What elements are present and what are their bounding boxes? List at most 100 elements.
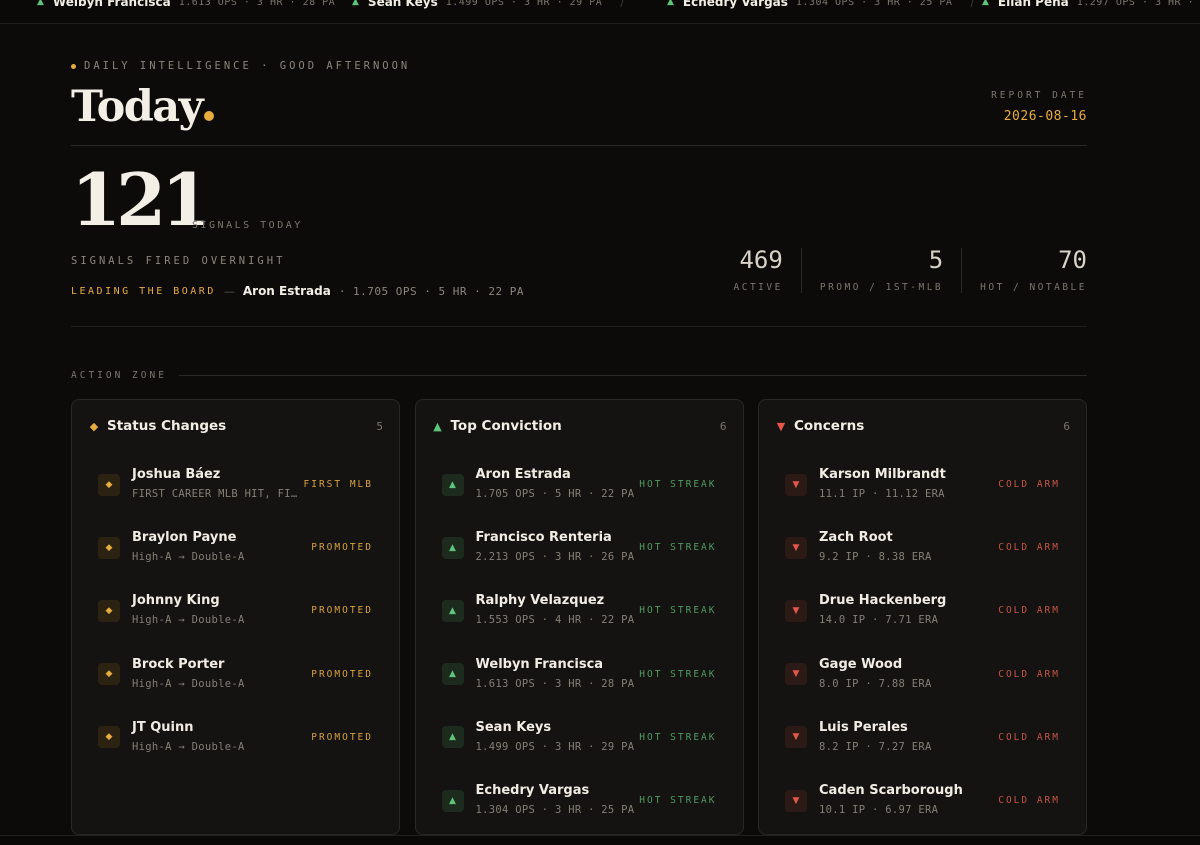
triangle-up-icon: ▲: [441, 726, 464, 749]
list-item[interactable]: ▲ Echedry Vargas 1.304 OPS · 3 HR · 25 PA H…: [432, 769, 727, 832]
ticker-player-name: Welbyn Francisca: [52, 0, 171, 9]
triangle-down-icon: ▼: [785, 473, 807, 496]
list-item[interactable]: ▼ Zach Root 9.2 IP · 8.38 ERA COLD ARM: [775, 516, 1070, 579]
player-detail: High-A → Double-A: [132, 614, 245, 627]
signals-count: 121: [71, 157, 211, 242]
player-info: Gage Wood 8.0 IP · 7.88 ERA: [819, 657, 998, 690]
panel-header: ▲ Top Conviction 6: [432, 418, 726, 434]
player-info: Zach Root 9.2 IP · 8.38 ERA: [819, 530, 998, 563]
status-badge: COLD ARM: [998, 795, 1060, 807]
eyebrow: DAILY INTELLIGENCE · GOOD AFTERNOON: [71, 60, 410, 72]
player-name: Caden Scarborough: [819, 783, 963, 799]
panel-header: ▼ Concerns 6: [775, 418, 1070, 434]
triangle-up-icon: ▲: [352, 0, 359, 7]
status-badge: PROMOTED: [311, 731, 373, 743]
ticker-item[interactable]: ▲ Welbyn Francisca 1.613 OPS · 3 HR · 28 P…: [37, 0, 357, 9]
kpi-label: HOT / NOTABLE: [980, 282, 1087, 293]
triangle-up-icon: ▲: [441, 599, 464, 622]
leading-label: LEADING THE BOARD: [71, 285, 216, 297]
status-badge: COLD ARM: [998, 668, 1060, 680]
ticker-item[interactable]: ▲Elian Peña1.297 OPS · 3 HR · 25 PA/: [982, 0, 1200, 9]
player-info: Karson Milbrandt 11.1 IP · 11.12 ERA: [819, 467, 998, 500]
triangle-up-icon: ▲: [441, 789, 464, 812]
list-item[interactable]: ◆ Braylon Payne High-A → Double-A PROMOTED: [88, 516, 383, 579]
triangle-down-icon: ▼: [785, 726, 807, 749]
leading-player-name[interactable]: Aron Estrada: [243, 284, 331, 298]
player-detail: FIRST CAREER MLB HIT, FI…: [132, 488, 298, 501]
status-badge: COLD ARM: [998, 542, 1060, 554]
player-detail: 11.1 IP · 11.12 ERA: [819, 488, 945, 501]
triangle-up-icon: ▲: [982, 0, 989, 7]
player-info: Braylon Payne High-A → Double-A: [132, 530, 311, 563]
player-name: Joshua Báez: [132, 467, 221, 483]
status-badge: HOT STREAK: [639, 668, 717, 680]
player-name: Brock Porter: [132, 656, 225, 672]
triangle-up-icon: ▲: [433, 419, 442, 433]
player-detail: High-A → Double-A: [132, 677, 245, 690]
status-badge: HOT STREAK: [639, 479, 717, 491]
list-item[interactable]: ◆ Johnny King High-A → Double-A PROMOTED: [88, 579, 383, 642]
triangle-up-icon: ▲: [37, 0, 44, 7]
list-item[interactable]: ▼ Drue Hackenberg 14.0 IP · 7.71 ERA COLD A…: [775, 579, 1070, 642]
triangle-down-icon: ▼: [785, 663, 807, 686]
player-info: Johnny King High-A → Double-A: [132, 593, 311, 626]
leading-dash: —: [223, 284, 235, 298]
list-item[interactable]: ▼ Karson Milbrandt 11.1 IP · 11.12 ERA COLD…: [775, 453, 1070, 516]
player-detail: 9.2 IP · 8.38 ERA: [819, 551, 932, 564]
player-detail: 8.0 IP · 7.88 ERA: [819, 677, 932, 690]
ticker-item[interactable]: ▲ Echedry Vargas 1.304 OPS · 3 HR · 25 PA /: [667, 0, 982, 9]
list-item[interactable]: ▼ Luis Perales 8.2 IP · 7.27 ERA COLD ARM: [775, 706, 1070, 769]
list-item[interactable]: ▼ Caden Scarborough 10.1 IP · 6.97 ERA COLD…: [775, 769, 1070, 832]
player-detail: High-A → Double-A: [132, 740, 245, 753]
player-info: Welbyn Francisca 1.613 OPS · 3 HR · 28 PA: [476, 657, 640, 690]
triangle-up-icon: ▲: [441, 473, 464, 496]
player-detail: 1.304 OPS · 3 HR · 25 PA: [475, 804, 635, 817]
report-date-value: 2026-08-16: [1003, 109, 1087, 124]
status-badge: COLD ARM: [998, 479, 1060, 491]
player-detail: 1.553 OPS · 4 HR · 22 PA: [475, 614, 635, 627]
eyebrow-text: DAILY INTELLIGENCE · GOOD AFTERNOON: [84, 60, 411, 72]
list-item[interactable]: ▲ Aron Estrada 1.705 OPS · 5 HR · 22 PA HOT…: [432, 453, 727, 516]
status-badge: PROMOTED: [311, 605, 373, 617]
panel-count: 5: [376, 419, 383, 433]
action-zone-label: ACTION ZONE: [71, 370, 167, 381]
title-dot-icon: [204, 111, 215, 121]
player-name: Echedry Vargas: [475, 783, 590, 799]
list-item[interactable]: ▼ Gage Wood 8.0 IP · 7.88 ERA COLD ARM: [775, 643, 1070, 706]
status-badge: PROMOTED: [311, 542, 373, 554]
action-zone-panels: ◆ Status Changes 5 ◆ Joshua Báez FIRST CAREER…: [71, 399, 1087, 835]
panel-concerns: ▼ Concerns 6 ▼ Karson Milbrandt 11.1 IP · 11.…: [758, 399, 1087, 835]
status-badge: HOT STREAK: [639, 605, 717, 617]
list-item[interactable]: ▲ Ralphy Velazquez 1.553 OPS · 4 HR · 22 P…: [432, 579, 727, 642]
player-detail: High-A → Double-A: [132, 551, 245, 564]
signals-label: SIGNALS TODAY: [192, 220, 303, 231]
triangle-down-icon: ▼: [785, 599, 807, 622]
player-info: Sean Keys 1.499 OPS · 3 HR · 29 PA: [476, 720, 640, 753]
player-name: Luis Perales: [819, 719, 908, 735]
panel-title: Top Conviction: [450, 418, 562, 434]
player-name: Johnny King: [132, 593, 220, 609]
player-name: Gage Wood: [819, 656, 903, 672]
player-name: Braylon Payne: [132, 530, 237, 546]
list-item[interactable]: ◆ JT Quinn High-A → Double-A PROMOTED: [88, 706, 383, 769]
player-name: Sean Keys: [475, 719, 552, 735]
list-item[interactable]: ▲ Francisco Renteria 2.213 OPS · 3 HR · 26…: [432, 516, 727, 579]
ticker-item[interactable]: ▲ Sean Keys 1.499 OPS · 3 HR · 29 PA /: [352, 0, 667, 9]
status-badge: COLD ARM: [998, 605, 1060, 617]
panel-title: Status Changes: [107, 418, 227, 434]
page-title-text: Today: [71, 82, 204, 132]
page-title: Today: [71, 82, 215, 132]
list-item[interactable]: ◆ Brock Porter High-A → Double-A PROMOTED: [88, 643, 383, 706]
kpi-group: 469 ACTIVE 5 PROMO / 1ST-MLB 70 HOT / NO…: [716, 248, 1087, 293]
kpi-label: PROMO / 1ST-MLB: [819, 282, 944, 293]
list-item[interactable]: ▲ Sean Keys 1.499 OPS · 3 HR · 29 PA HOT ST…: [432, 706, 727, 769]
list-item[interactable]: ◆ Joshua Báez FIRST CAREER MLB HIT, FI… FIR…: [88, 453, 383, 516]
player-info: JT Quinn High-A → Double-A: [132, 720, 311, 753]
diamond-icon: ◆: [98, 536, 120, 559]
kpi-promo: 5 PROMO / 1ST-MLB: [800, 248, 944, 293]
panel-status-changes: ◆ Status Changes 5 ◆ Joshua Báez FIRST CAREER…: [71, 399, 400, 835]
panel-count: 6: [1063, 419, 1070, 433]
panel-header: ◆ Status Changes 5: [88, 418, 383, 434]
divider: [71, 326, 1087, 327]
list-item[interactable]: ▲ Welbyn Francisca 1.613 OPS · 3 HR · 28 P…: [432, 643, 727, 706]
